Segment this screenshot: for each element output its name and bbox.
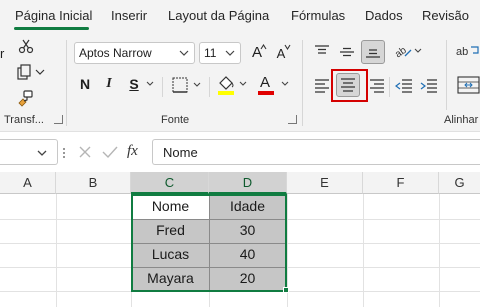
font-name-dropdown[interactable]: Aptos Narrow: [74, 42, 195, 64]
caret-down-icon: [284, 44, 291, 50]
font-launcher-icon[interactable]: [288, 115, 297, 124]
group-separator: [446, 40, 447, 110]
tab-page-layout[interactable]: Layout da Página: [168, 8, 269, 23]
formula-input[interactable]: Nome: [152, 139, 480, 165]
font-size-dropdown[interactable]: 11: [199, 42, 241, 64]
name-box[interactable]: [0, 139, 58, 165]
cancel-icon[interactable]: [78, 145, 92, 159]
active-tab-indicator: [14, 27, 89, 30]
shrink-font-button[interactable]: A: [269, 41, 293, 65]
svg-text:ab: ab: [456, 46, 468, 58]
align-bottom-button[interactable]: [361, 40, 385, 64]
clipboard-launcher-icon[interactable]: [54, 115, 63, 124]
borders-icon[interactable]: [172, 77, 206, 93]
group-separator: [302, 40, 303, 126]
column-header-d[interactable]: D: [209, 172, 287, 194]
formula-bar: fx Nome: [0, 137, 480, 169]
tab-insert[interactable]: Inserir: [111, 8, 147, 23]
orientation-icon[interactable]: ab: [393, 42, 423, 60]
align-top-icon[interactable]: [314, 45, 330, 59]
align-bottom-icon: [366, 49, 380, 58]
chevron-down-icon: [37, 150, 47, 156]
formula-actions: fx: [72, 139, 150, 165]
group-separator: [162, 77, 163, 97]
tab-formulas[interactable]: Fórmulas: [291, 8, 345, 23]
font-size-value: 11: [204, 46, 217, 60]
font-group-label: Fonte: [161, 114, 190, 126]
spreadsheet-grid[interactable]: A B C D E F G Nome Idade Fred 30 Lucas 4…: [0, 172, 480, 307]
group-separator: [209, 77, 210, 97]
group-separator: [66, 40, 67, 126]
clipboard-group-label: Transf...: [4, 114, 44, 126]
caret-up-icon: [260, 44, 267, 50]
grow-font-button[interactable]: A: [245, 41, 269, 65]
chevron-down-icon[interactable]: [146, 80, 154, 88]
selection-border: [131, 194, 287, 292]
align-middle-icon[interactable]: [339, 45, 355, 59]
italic-button[interactable]: I: [97, 73, 121, 97]
highlight-annotation-box: [331, 69, 368, 102]
underline-label: S: [129, 76, 139, 92]
align-left-icon[interactable]: [314, 79, 330, 93]
chevron-down-icon: [281, 81, 289, 86]
tab-review[interactable]: Revisão: [422, 8, 469, 23]
underline-button[interactable]: S: [122, 73, 146, 97]
align-right-icon[interactable]: [369, 79, 385, 93]
font-color-button[interactable]: A: [255, 71, 295, 95]
wrap-text-icon[interactable]: ab: [456, 44, 480, 58]
column-header-g[interactable]: G: [439, 172, 480, 194]
paste-icon[interactable]: r: [0, 46, 4, 61]
column-header-b[interactable]: B: [56, 172, 131, 194]
column-header-e[interactable]: E: [287, 172, 363, 194]
increase-indent-icon[interactable]: [420, 79, 438, 93]
more-options-icon[interactable]: [62, 147, 66, 159]
chevron-down-icon: [179, 50, 189, 56]
bold-label: N: [79, 76, 91, 92]
fill-color-icon[interactable]: [216, 73, 250, 97]
ribbon-tab-bar: Página Inicial Inserir Layout da Página …: [0, 0, 480, 32]
confirm-check-icon[interactable]: [102, 145, 118, 159]
italic-label: I: [106, 76, 112, 91]
merge-center-icon[interactable]: [457, 76, 480, 94]
chevron-down-icon: [225, 50, 235, 56]
column-header-c[interactable]: C: [131, 172, 209, 194]
column-header-a[interactable]: A: [0, 172, 56, 194]
insert-function-icon[interactable]: fx: [127, 143, 138, 160]
svg-text:ab: ab: [393, 45, 409, 60]
bold-button[interactable]: N: [73, 73, 97, 97]
font-name-value: Aptos Narrow: [79, 46, 152, 60]
tab-data[interactable]: Dados: [365, 8, 403, 23]
copy-icon[interactable]: [16, 64, 46, 80]
format-painter-icon[interactable]: [16, 89, 34, 107]
cut-icon[interactable]: [18, 38, 34, 54]
ribbon: r Transf... Aptos Narrow 11 A A N I S A …: [0, 32, 480, 132]
tab-home[interactable]: Página Inicial: [15, 8, 92, 23]
column-header-f[interactable]: F: [363, 172, 439, 194]
alignment-group-label: Alinhar: [444, 114, 479, 126]
font-color-label: A: [259, 74, 270, 91]
decrease-indent-icon[interactable]: [395, 79, 413, 93]
fill-handle[interactable]: [283, 287, 289, 293]
font-color-swatch: [258, 91, 274, 95]
group-separator: [389, 77, 390, 97]
